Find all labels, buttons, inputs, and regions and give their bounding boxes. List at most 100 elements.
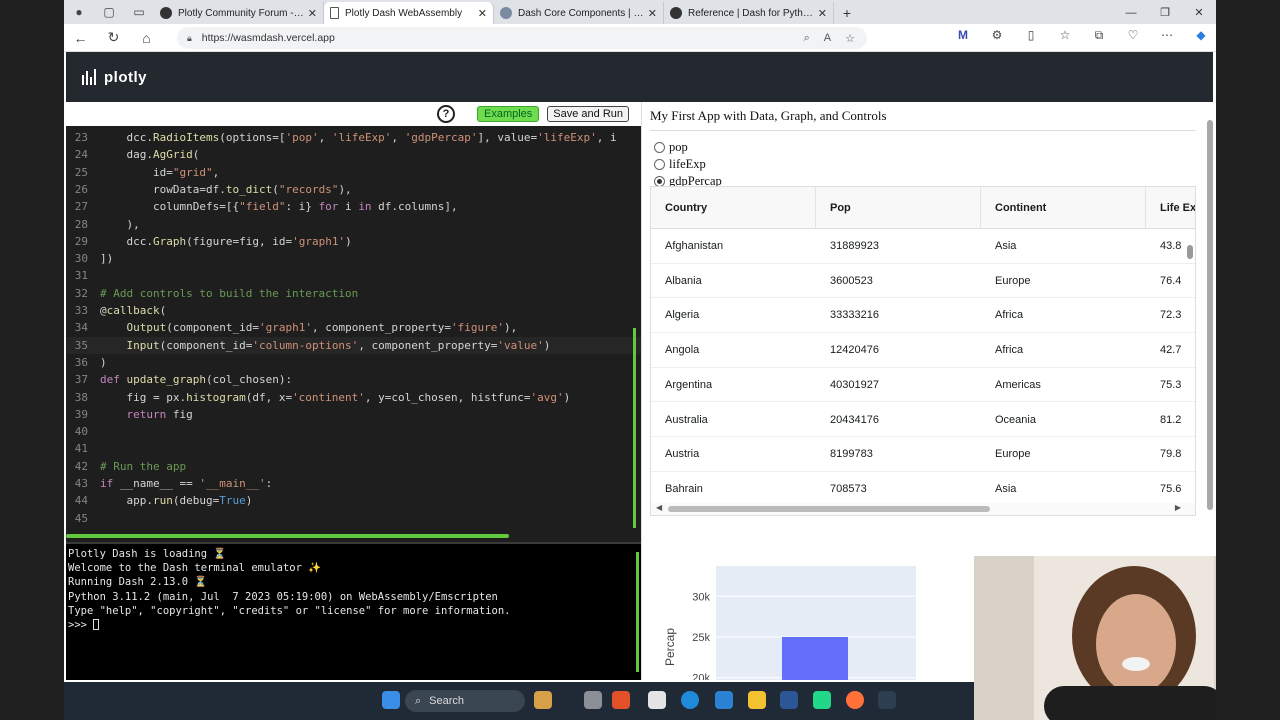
code-line[interactable]: 43 if __name__ == '__main__':	[66, 475, 641, 492]
profile-icon[interactable]: ●	[64, 0, 94, 24]
grid-cell[interactable]: Americas	[981, 368, 1146, 403]
close-icon[interactable]: ✕	[818, 7, 827, 20]
minimize-icon[interactable]: —	[1114, 2, 1148, 24]
copilot-icon[interactable]: ◆	[1190, 28, 1212, 43]
radio-circle[interactable]	[654, 142, 665, 153]
grid-cell[interactable]: Oceania	[981, 403, 1146, 438]
code-line[interactable]: 42 # Run the app	[66, 458, 641, 475]
bar[interactable]	[782, 637, 848, 680]
examples-button[interactable]: Examples	[476, 106, 540, 122]
editor-horizontal-scrollbar[interactable]	[66, 534, 634, 538]
folder-icon[interactable]	[748, 691, 766, 709]
grid-cell[interactable]: 40301927	[816, 368, 981, 403]
code-line[interactable]: 26 rowData=df.to_dict("records"),	[66, 181, 641, 198]
code-area[interactable]: 23 dcc.RadioItems(options=['pop', 'lifeE…	[66, 129, 641, 537]
pycharm-icon[interactable]	[813, 691, 831, 709]
column-header-lifeexp[interactable]: Life Exp	[1146, 187, 1195, 229]
grid-row[interactable]: Argentina 40301927 Americas 75.3	[651, 368, 1195, 403]
terminal-prompt[interactable]: >>>	[68, 618, 639, 632]
code-line[interactable]: 23 dcc.RadioItems(options=['pop', 'lifeE…	[66, 129, 641, 146]
back-icon[interactable]: ←	[64, 30, 97, 46]
radio-pop[interactable]: pop	[654, 140, 688, 155]
brave-icon[interactable]	[612, 691, 630, 709]
code-line[interactable]: 34 Output(component_id='graph1', compone…	[66, 319, 641, 336]
code-line[interactable]: 39 return fig	[66, 406, 641, 423]
collections-icon[interactable]: ⧉	[1088, 28, 1110, 43]
extensions-icon[interactable]: ⚙	[986, 28, 1008, 43]
close-icon[interactable]: ✕	[648, 7, 657, 20]
grid-cell[interactable]: 76.4	[1146, 264, 1186, 299]
editor-vertical-scrollbar[interactable]	[633, 328, 636, 528]
code-line[interactable]: 45	[66, 510, 641, 527]
grid-row[interactable]: Afghanistan 31889923 Asia 43.8	[651, 229, 1195, 264]
code-line[interactable]: 35 Input(component_id='column-options', …	[66, 336, 641, 354]
file-explorer-icon[interactable]	[584, 691, 602, 709]
grid-cell[interactable]: 72.3	[1146, 298, 1186, 333]
url-field[interactable]: 🔒︎ https://wasmdash.vercel.app ⌕ A ☆	[177, 27, 867, 49]
grid-cell[interactable]: 75.6	[1146, 472, 1186, 507]
close-icon[interactable]: ✕	[478, 7, 487, 20]
grid-cell[interactable]: Albania	[651, 264, 816, 299]
tab-actions-icon[interactable]: ▭	[124, 0, 154, 24]
radio-lifeexp[interactable]: lifeExp	[654, 157, 706, 172]
split-screen-icon[interactable]: ▯	[1020, 28, 1042, 43]
code-line[interactable]: 38 fig = px.histogram(df, x='continent',…	[66, 389, 641, 406]
new-tab-icon[interactable]: +	[834, 2, 860, 24]
page-scrollbar[interactable]	[1207, 110, 1213, 520]
close-icon[interactable]: ✕	[308, 7, 317, 20]
grid-row[interactable]: Algeria 33333216 Africa 72.3	[651, 298, 1195, 334]
column-header-pop[interactable]: Pop	[816, 187, 981, 229]
word-icon[interactable]	[780, 691, 798, 709]
save-and-run-button[interactable]: Save and Run	[547, 106, 629, 122]
scroll-right-icon[interactable]: ▶	[1175, 503, 1181, 512]
grid-cell[interactable]: Africa	[981, 298, 1146, 333]
pizza-widget-icon[interactable]	[534, 691, 552, 709]
extension-m-icon[interactable]: M	[952, 28, 974, 43]
grid-cell[interactable]: Argentina	[651, 368, 816, 403]
code-line[interactable]: 31	[66, 267, 641, 284]
close-window-icon[interactable]: ✕	[1182, 2, 1216, 24]
grid-cell[interactable]: 3600523	[816, 264, 981, 299]
edge-icon[interactable]	[681, 691, 699, 709]
grid-cell[interactable]: 79.8	[1146, 437, 1186, 472]
grid-cell[interactable]: Bahrain	[651, 472, 816, 507]
grid-cell[interactable]: 43.8	[1146, 229, 1186, 264]
windows-start-icon[interactable]	[382, 691, 400, 709]
terminal[interactable]: Plotly Dash is loading ⏳ Welcome to the …	[66, 542, 641, 680]
slack-icon[interactable]	[648, 691, 666, 709]
radio-circle[interactable]	[654, 159, 665, 170]
browser-essentials-icon[interactable]: ♡	[1122, 28, 1144, 43]
favorite-star-icon[interactable]: ☆	[845, 32, 855, 45]
tab-reference[interactable]: Reference | Dash for Python Doc ✕	[664, 2, 834, 24]
terminal-scrollbar[interactable]	[636, 552, 639, 672]
home-icon[interactable]: ⌂	[130, 30, 163, 46]
grid-cell[interactable]: 42.7	[1146, 333, 1186, 368]
code-line[interactable]: 37 def update_graph(col_chosen):	[66, 371, 641, 388]
code-line[interactable]: 33 @callback(	[66, 302, 641, 319]
grid-cell[interactable]: Asia	[981, 229, 1146, 264]
scroll-left-icon[interactable]: ◀	[656, 503, 662, 512]
grid-cell[interactable]: 31889923	[816, 229, 981, 264]
tab-dash-webassembly[interactable]: Plotly Dash WebAssembly ✕	[324, 2, 494, 24]
column-header-country[interactable]: Country	[651, 187, 816, 229]
zoom-icon[interactable]: ⌕	[804, 32, 810, 45]
grid-cell[interactable]: Afghanistan	[651, 229, 816, 264]
grid-row[interactable]: Australia 20434176 Oceania 81.2	[651, 403, 1195, 438]
read-aloud-icon[interactable]: A	[824, 32, 831, 45]
grid-cell[interactable]: Europe	[981, 264, 1146, 299]
grid-cell[interactable]: Africa	[981, 333, 1146, 368]
code-line[interactable]: 24 dag.AgGrid(	[66, 146, 641, 163]
code-line[interactable]: 32 # Add controls to build the interactio…	[66, 285, 641, 302]
help-button[interactable]: ?	[436, 105, 455, 123]
code-line[interactable]: 25 id="grid",	[66, 164, 641, 181]
grid-cell[interactable]: Australia	[651, 403, 816, 438]
grid-cell[interactable]: 8199783	[816, 437, 981, 472]
grid-cell[interactable]: Angola	[651, 333, 816, 368]
code-line[interactable]: 27 columnDefs=[{"field": i} for i in df.…	[66, 198, 641, 215]
grid-vertical-scrollbar[interactable]	[1185, 231, 1195, 501]
column-header-continent[interactable]: Continent	[981, 187, 1146, 229]
more-icon[interactable]: ⋯	[1156, 28, 1178, 43]
firefox-icon[interactable]	[846, 691, 864, 709]
grid-row[interactable]: Angola 12420476 Africa 42.7	[651, 333, 1195, 368]
code-line[interactable]: 41	[66, 440, 641, 457]
